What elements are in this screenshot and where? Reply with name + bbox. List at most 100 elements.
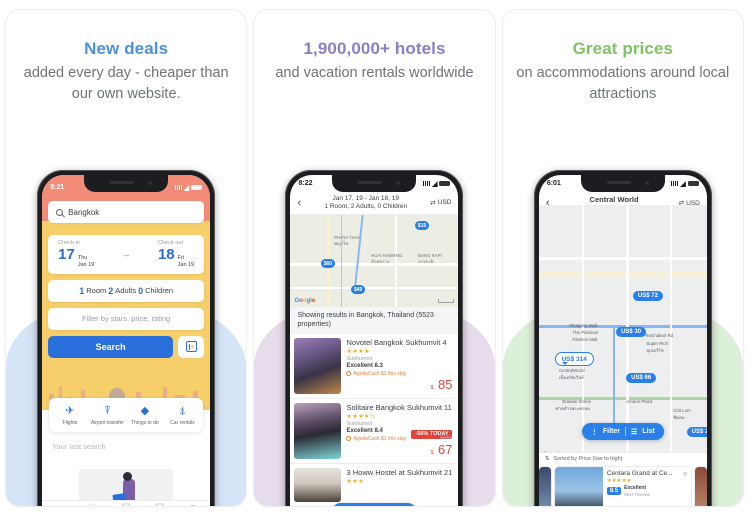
hotel-stars: ★★★★½ [346,413,376,420]
quick-link-flights[interactable]: ✈ Flights [51,405,89,426]
hotel-stars: ★★★★ [346,348,370,355]
map-price-pin-1[interactable]: US$ 30 [616,327,647,337]
back-button[interactable]: ‹ [297,197,301,209]
checkout-weekday: Fri [177,255,185,261]
notch-1 [84,175,169,192]
promo-header-3: Great prices on accommodations around lo… [503,10,743,104]
list-item[interactable] [694,467,707,506]
tab-home[interactable]: ⌂ Home [42,501,76,507]
tab-bookings[interactable]: ☐ Bookings [109,501,143,507]
coin-icon [346,436,352,442]
tab-favorites[interactable]: ♡ Favorites [76,501,110,507]
status-icons-1: ◢ [174,184,203,192]
occupancy-selector[interactable]: 1 Room 2 Adults 0 Children [48,279,205,302]
filter-map-toggle[interactable]: ⋮ Filter ▦ Map [332,503,417,506]
hotel-location: Sukhumvit [346,420,373,427]
coin-icon [346,371,352,377]
rooms-label: Room [86,286,107,296]
map-label-0: Shopping Mall [569,323,597,328]
favorite-icon[interactable]: ♥ [682,469,687,479]
map-price-pin-3[interactable]: US$ 66 [626,373,657,383]
map-price-pin-4[interactable]: US$ 20 [686,427,707,437]
map-price-pin-1[interactable]: $60 [320,259,336,268]
filter-placeholder: Filter by stars, price, rating [81,314,171,324]
arrow-right-icon: → [121,249,131,260]
hotel-stars: ★★★ [346,478,365,485]
map-label-1: พญาไท [334,241,349,246]
filter-list-toggle[interactable]: ⋮ Filter ☰ List [581,423,664,440]
header-dates[interactable]: Jan 17, 19 - Jan 18, 19 1 Room, 2 Adults… [307,195,424,210]
promo-subtitle-2: and vacation rentals worldwide [275,65,474,82]
checkin-weekday: Thu [77,255,88,261]
last-search-label: Your last search [52,441,106,451]
promo-title-2: 1,900,000+ hotels [303,39,446,58]
map-price-pin-0[interactable]: $15 [414,221,430,230]
occupancy-text: 1 Room, 2 Adults, 0 Children [324,203,408,210]
destination-input[interactable]: Bangkok [48,201,205,223]
bottom-tab-bar: ⌂ Home ♡ Favorites ☐ Bookings ☐ [42,500,211,507]
google-watermark: Google [294,298,316,304]
wifi-icon: ◢ [680,180,686,188]
promo-card-new-deals: New deals added every day - cheaper than… [6,10,247,507]
map-label-2: Fashion Mall [572,337,598,342]
price-amount: 67 [438,441,453,457]
date-range-text: Jan 17, 19 - Jan 18, 19 [332,195,399,202]
hotel-thumbnail [294,337,342,394]
list-item[interactable] [538,467,551,506]
currency-selector[interactable]: ⇄ USD [430,199,451,207]
quick-link-things-to-do[interactable]: ◆ Things to do [126,405,164,426]
map-price-pin-2[interactable]: US$ 314 [555,353,593,365]
hotel-rating: 8.5 Excellent 8817 reviews [606,485,687,497]
tab-messages[interactable]: ☐ Messages [143,501,177,507]
map-label-6: Erawan Shrine [562,399,592,404]
map-label-8: Amarin Plaza [626,399,653,404]
hotel-location: Sukhumvit [346,355,373,362]
table-row[interactable]: Novotel Bangkok Sukhumvit 4 ★★★★ Sukhumv… [290,334,459,399]
promo-subtitle-3: on accommodations around local attractio… [516,65,730,102]
battery-icon [687,181,699,186]
tag-icon [185,341,197,353]
quick-link-airport-transfer[interactable]: ⍒ Airport transfer [89,405,127,426]
wifi-icon: ◢ [183,184,190,192]
table-row[interactable]: Solitaire Bangkok Sukhumvit 11 ★★★★½ Suk… [290,399,459,464]
hotel-name: Novotel Bangkok Sukhumvit 4 [346,337,447,347]
promo-card-hotels: 1,900,000+ hotels and vacation rentals w… [254,10,495,506]
checkout-day: 18 [157,246,175,263]
tab-more[interactable]: ≡ More [177,501,211,507]
table-row[interactable]: 3 Howw Hostel at Sukhumvit 21 ★★★ [290,464,459,506]
adults-label: Adults [115,286,137,296]
map-price-pin-2[interactable]: $49 [350,285,366,294]
signal-icon [671,181,679,186]
promo-code-button[interactable] [178,335,205,358]
hotel-name: 3 Howw Hostel at Sukhumvit 21 [346,467,453,477]
quick-link-car-rentals[interactable]: ⍋ Car rentals [164,405,202,426]
map-label-0: PHAYA THAI [334,235,360,240]
status-time-3: 6:01 [546,180,561,187]
map-label-1: The Platinum [572,330,599,335]
date-picker[interactable]: Check-in 17 Thu Jan 19 → Check-out 18 Fr… [48,235,205,274]
filter-input[interactable]: Filter by stars, price, rating [48,307,205,330]
divider [625,427,627,436]
map-scale [438,299,455,303]
heart-icon: ♡ [76,504,110,507]
destination-value: Bangkok [68,207,100,217]
sort-label: Sorted by Price (low to high) [553,455,623,462]
map-preview[interactable]: PHAYA THAI พญาไท HUAI KHWANG ห้วยขวาง BA… [290,215,459,307]
list-item[interactable]: -59% Centara Grand at Ce... ★★★★★ 8.5 Ex… [554,467,691,506]
home-icon: ⌂ [42,504,76,507]
quick-link-label-3: Car rentals [170,419,195,426]
map-price-pin-0[interactable]: US$ 72 [632,291,663,301]
search-action-row: Search [48,335,205,358]
quick-link-label-2: Things to do [131,419,159,426]
filter-icon: ⋮ [590,428,598,436]
map-label-10: ชิดลม [673,415,685,420]
promo-subtitle-1: added every day - cheaper than our own w… [23,65,229,102]
search-button[interactable]: Search [48,335,174,358]
search-icon [56,208,64,216]
hotel-stars: ★★★★★ [606,478,632,484]
price-currency: $ [430,384,434,391]
hotel-price: $153 $ 67 [431,435,453,459]
cashback-text: AgodaCash $1 this stay [353,435,407,442]
sort-bar[interactable]: ⇅ Sorted by Price (low to high) [538,452,707,464]
hotel-name: Centara Grand at Ce... [606,470,673,477]
